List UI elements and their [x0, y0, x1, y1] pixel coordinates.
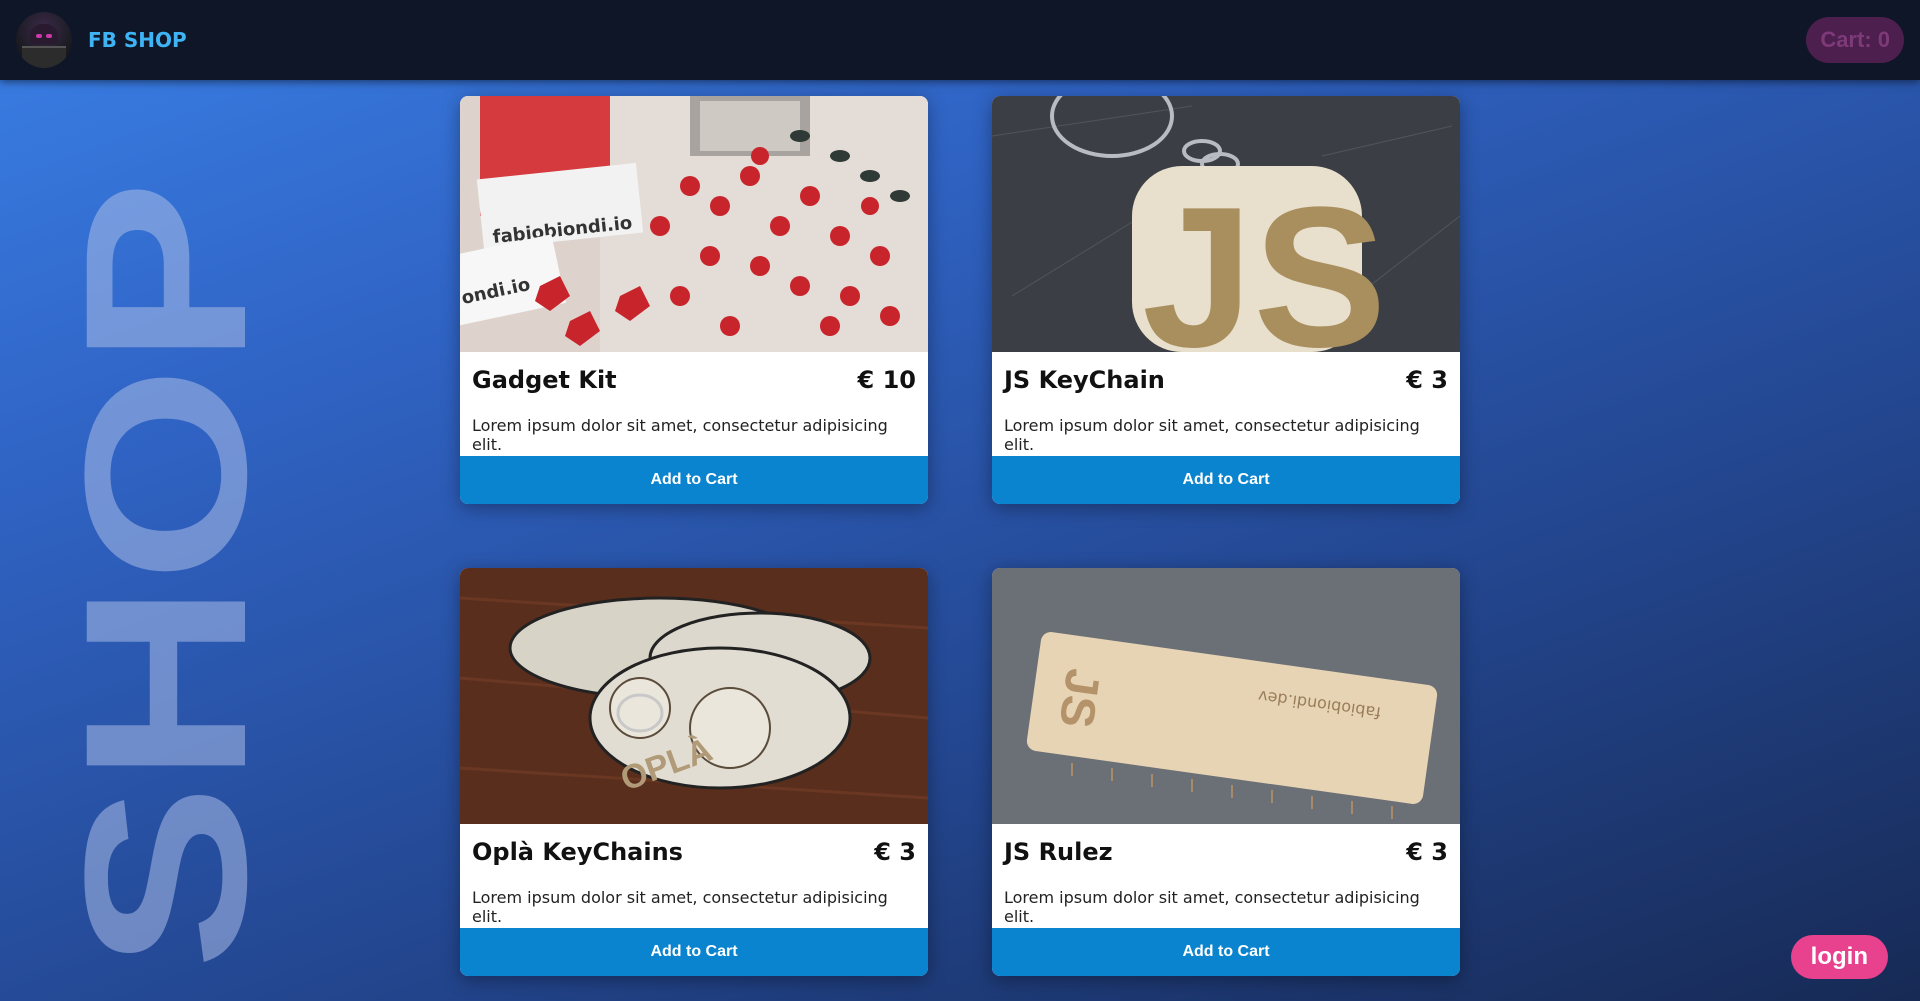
opla-keychains-image: OPLÀ: [460, 568, 928, 824]
product-price: € 3: [1406, 838, 1448, 866]
product-price: € 3: [1406, 366, 1448, 394]
product-description: Lorem ipsum dolor sit amet, consectetur …: [472, 888, 888, 926]
product-card: fabiobiondi.io ondi.io Gadget Kit € 10 L…: [460, 96, 928, 504]
background-shop-text: SHOP: [40, 180, 250, 970]
background-shop-word: SHOP: [37, 180, 294, 970]
product-title: JS KeyChain: [1004, 366, 1165, 394]
js-rulez-image: JS fabiobiondi.dev: [992, 568, 1460, 824]
product-card: JS fabiobiondi.dev JS Rulez € 3 Lorem ip…: [992, 568, 1460, 976]
product-title: JS Rulez: [1004, 838, 1113, 866]
add-to-cart-button[interactable]: Add to Cart: [992, 928, 1460, 976]
product-price: € 10: [857, 366, 916, 394]
gadget-kit-image: fabiobiondi.io ondi.io: [460, 96, 928, 352]
product-card: JS JS KeyChain € 3 Lorem ipsum dolor sit…: [992, 96, 1460, 504]
product-title: Oplà KeyChains: [472, 838, 683, 866]
login-button[interactable]: login: [1790, 935, 1888, 979]
product-description: Lorem ipsum dolor sit amet, consectetur …: [1004, 888, 1420, 926]
product-grid: fabiobiondi.io ondi.io Gadget Kit € 10 L…: [460, 96, 1460, 976]
product-price: € 3: [874, 838, 916, 866]
avatar-icon: [16, 12, 72, 68]
add-to-cart-button[interactable]: Add to Cart: [992, 456, 1460, 504]
product-description: Lorem ipsum dolor sit amet, consectetur …: [1004, 416, 1420, 454]
add-to-cart-button[interactable]: Add to Cart: [460, 928, 928, 976]
js-keychain-image: JS: [992, 96, 1460, 352]
product-card: OPLÀ Oplà KeyChains € 3 Lorem ipsum dolo…: [460, 568, 928, 976]
cart-button[interactable]: Cart: 0: [1806, 17, 1904, 63]
product-title: Gadget Kit: [472, 366, 617, 394]
add-to-cart-button[interactable]: Add to Cart: [460, 456, 928, 504]
ruler-letters: JS: [1049, 665, 1110, 731]
brand[interactable]: FB SHOP: [16, 12, 187, 68]
keychain-letters: JS: [1142, 166, 1387, 352]
brand-title[interactable]: FB SHOP: [88, 28, 187, 52]
top-navbar: FB SHOP Cart: 0: [0, 0, 1920, 80]
product-description: Lorem ipsum dolor sit amet, consectetur …: [472, 416, 888, 454]
